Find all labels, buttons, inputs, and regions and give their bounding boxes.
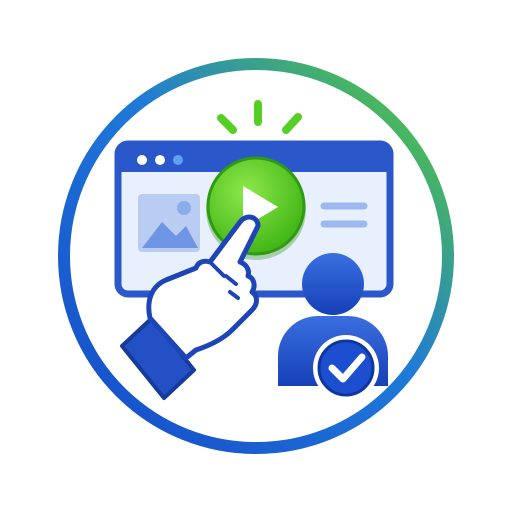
checkmark-badge [313,335,379,401]
window-dot-2 [155,155,165,165]
window-dot-3 [173,155,183,165]
window-dot-1 [137,155,147,165]
play-video-user-icon [58,58,454,454]
icon-canvas [0,0,512,512]
image-placeholder-icon [138,194,200,252]
